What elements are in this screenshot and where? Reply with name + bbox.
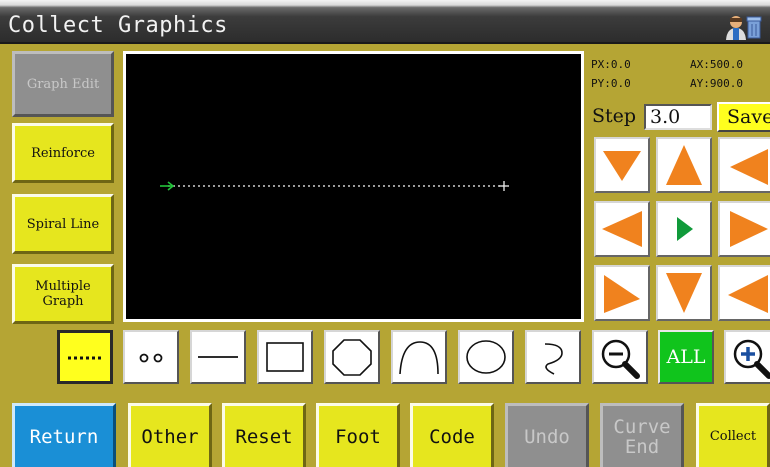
- step-forward-button[interactable]: [656, 201, 712, 257]
- code-label: Code: [429, 425, 475, 448]
- other-button[interactable]: Other: [128, 403, 212, 467]
- return-label: Return: [29, 425, 99, 448]
- step-label: Step: [592, 105, 637, 127]
- reset-button[interactable]: Reset: [222, 403, 306, 467]
- foot-label: Foot: [335, 425, 381, 448]
- step-input[interactable]: 3.0: [644, 104, 712, 130]
- move-right-button[interactable]: [718, 201, 770, 257]
- ellipse-icon: [466, 340, 506, 374]
- arrow-up-right-icon: [604, 275, 640, 313]
- rectangle-tool[interactable]: [257, 330, 313, 384]
- ellipse-tool[interactable]: [458, 330, 514, 384]
- py-readout: PY:0.0: [591, 77, 631, 90]
- rectangle-icon: [266, 342, 304, 372]
- multiple-graph-button[interactable]: Multiple Graph: [12, 264, 114, 324]
- other-label: Other: [141, 425, 199, 448]
- zoom-out-button[interactable]: [592, 330, 648, 384]
- move-up-left-button[interactable]: [718, 265, 770, 321]
- graphics-canvas[interactable]: [123, 51, 584, 322]
- graph-edit-button[interactable]: Graph Edit: [12, 51, 114, 117]
- graph-edit-label: Graph Edit: [26, 76, 100, 92]
- zoom-in-icon: [733, 339, 770, 379]
- multiple-graph-label: Multiple Graph: [35, 279, 91, 309]
- ay-readout: AY:900.0: [690, 77, 743, 90]
- octagon-icon: [332, 339, 372, 376]
- reinforce-button[interactable]: Reinforce: [12, 123, 114, 183]
- spiral-line-button[interactable]: Spiral Line: [12, 194, 114, 254]
- spiral-line-label: Spiral Line: [26, 216, 100, 232]
- title-bar: Collect Graphics: [0, 0, 770, 44]
- return-button[interactable]: Return: [12, 403, 116, 467]
- curve-tool[interactable]: [525, 330, 581, 384]
- zoom-in-button[interactable]: [724, 330, 770, 384]
- play-icon: [677, 217, 693, 241]
- polygon-tool[interactable]: [324, 330, 380, 384]
- move-down-button[interactable]: [656, 265, 712, 321]
- reinforce-label: Reinforce: [31, 145, 95, 161]
- window-title: Collect Graphics: [8, 13, 228, 38]
- arrow-up-icon: [666, 145, 702, 185]
- arrow-down-right-icon: [603, 151, 641, 181]
- arrow-down-left-icon: [730, 149, 768, 185]
- straight-line-tool[interactable]: [190, 330, 246, 384]
- move-left-button[interactable]: [594, 201, 650, 257]
- line-icon: [198, 356, 238, 358]
- dotted-line-icon: [68, 356, 102, 360]
- move-down-right-button[interactable]: [594, 137, 650, 193]
- show-all-button[interactable]: ALL: [658, 330, 714, 384]
- crosshair-icon: [499, 181, 509, 191]
- points-icon: [139, 353, 163, 363]
- arrow-down-icon: [666, 273, 702, 313]
- move-down-left-button[interactable]: [718, 137, 770, 193]
- save-button[interactable]: Save: [717, 102, 770, 132]
- code-button[interactable]: Code: [410, 403, 494, 467]
- curve-end-label-line2: End: [624, 435, 660, 458]
- dotted-line-tool[interactable]: [57, 330, 113, 384]
- collect-button[interactable]: Collect: [696, 403, 770, 467]
- reset-label: Reset: [235, 425, 293, 448]
- start-arrow-icon: [160, 181, 175, 191]
- move-up-right-button[interactable]: [594, 265, 650, 321]
- undo-button[interactable]: Undo: [505, 403, 589, 467]
- foot-button[interactable]: Foot: [316, 403, 400, 467]
- arrow-up-left-icon: [728, 275, 768, 313]
- ax-readout: AX:500.0: [690, 58, 743, 71]
- arrow-left-icon: [602, 211, 642, 247]
- curve-end-button[interactable]: Curve End: [600, 403, 684, 467]
- collect-label: Collect: [709, 428, 757, 444]
- arc-tool[interactable]: [391, 330, 447, 384]
- zoom-out-icon: [601, 339, 640, 379]
- px-readout: PX:0.0: [591, 58, 631, 71]
- curve-icon: [544, 343, 563, 375]
- arc-icon: [399, 341, 439, 375]
- move-up-button[interactable]: [656, 137, 712, 193]
- undo-label: Undo: [524, 425, 570, 448]
- curve-end-label-line1: Curve: [613, 415, 671, 438]
- stitch-path-preview: [160, 181, 509, 191]
- arrow-right-icon: [730, 211, 768, 247]
- point-tool[interactable]: [123, 330, 179, 384]
- user-trash-icon[interactable]: [724, 14, 764, 40]
